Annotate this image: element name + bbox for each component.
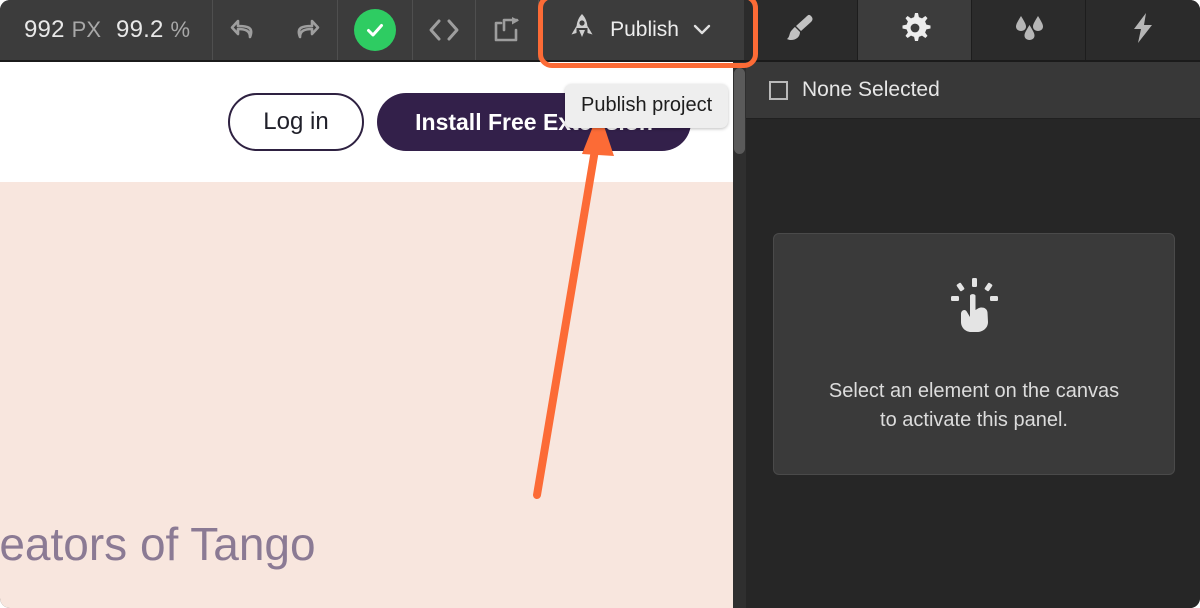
square-outline-icon <box>769 80 788 100</box>
check-circle-icon <box>354 9 397 51</box>
login-button[interactable]: Log in <box>228 93 364 151</box>
canvas-scrollbar[interactable] <box>733 62 746 608</box>
panel-empty-line-2: to activate this panel. <box>880 408 1068 431</box>
share-button[interactable] <box>476 0 538 60</box>
panel-selection-label: None Selected <box>802 78 940 101</box>
click-hand-icon <box>943 274 1005 341</box>
settings-tab[interactable] <box>858 0 972 60</box>
zoom-level-value: 99.2 <box>116 16 164 43</box>
design-canvas[interactable]: Log in Install Free Extension reators of… <box>0 62 733 608</box>
canvas-width-value: 992 <box>24 16 65 43</box>
publish-button-label: Publish <box>610 18 679 41</box>
share-export-icon <box>492 16 522 44</box>
undo-button[interactable] <box>213 0 275 60</box>
canvas-width-unit: PX <box>71 17 102 42</box>
redo-button[interactable] <box>275 0 337 60</box>
style-tab[interactable] <box>744 0 858 60</box>
settings-panel: None Selected Select an element on the c… <box>746 62 1200 608</box>
panel-tab-bar <box>744 0 1200 62</box>
undo-arrow-icon <box>229 16 259 44</box>
publish-tooltip: Publish project <box>565 84 729 128</box>
water-drops-icon <box>1009 12 1049 49</box>
effects-tab[interactable] <box>972 0 1086 60</box>
app-window: 992 PX 99.2 % Publish Log in Install Fre… <box>0 0 1200 608</box>
panel-empty-line-1: Select an element on the canvas <box>828 379 1120 402</box>
panel-empty-state: Select an element on the canvas to activ… <box>773 233 1175 475</box>
panel-selection-header: None Selected <box>746 62 1200 119</box>
code-brackets-icon <box>427 17 461 43</box>
paintbrush-icon <box>783 11 819 50</box>
panel-empty-message: Select an element on the canvas to activ… <box>829 377 1119 435</box>
canvas-scrollbar-thumb[interactable] <box>734 68 745 154</box>
zoom-readout-group: 992 PX 99.2 % <box>0 0 212 60</box>
zoom-level-unit: % <box>170 17 191 42</box>
rocket-icon <box>567 12 597 48</box>
top-toolbar: 992 PX 99.2 % Publish <box>0 0 1200 62</box>
save-confirm-button[interactable] <box>338 0 412 60</box>
publish-button[interactable]: Publish <box>539 0 738 60</box>
code-view-button[interactable] <box>413 0 475 60</box>
redo-arrow-icon <box>291 16 321 44</box>
interactions-tab[interactable] <box>1086 0 1200 60</box>
lightning-bolt-icon <box>1130 11 1156 50</box>
gear-icon <box>898 11 932 50</box>
canvas-width-readout[interactable]: 992 PX 99.2 % <box>0 0 212 60</box>
hero-heading-text[interactable]: reators of Tango <box>0 517 316 571</box>
chevron-down-icon <box>692 18 712 42</box>
